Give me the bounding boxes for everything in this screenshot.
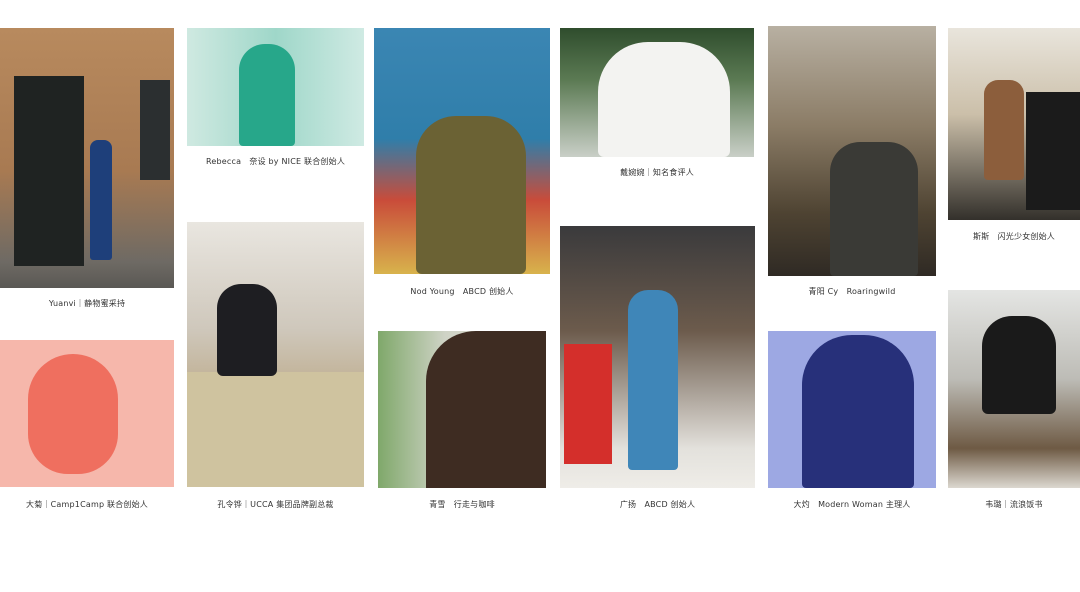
person-silhouette [416,116,526,274]
person-silhouette [830,142,918,276]
person-silhouette [90,140,112,260]
caption-5: 青阳 Cy Roaringwild [808,287,896,296]
caption-1: Yuanvi｜静物蜜采持 [48,299,126,308]
red-number-shape [564,344,612,464]
portrait-photo-5 [768,26,936,276]
portrait-photo-9 [378,331,546,488]
window-shape [140,80,170,180]
caption-4: 戴婉婉｜知名食评人 [620,168,694,177]
portrait-photo-1 [0,28,174,288]
person-silhouette [984,80,1024,180]
person-silhouette [628,290,678,470]
person-silhouette [217,284,277,376]
caption-8: 孔令铧｜UCCA 集团品牌副总裁 [217,500,334,509]
person-silhouette [28,354,118,474]
person-silhouette [426,331,546,488]
portrait-photo-4 [560,28,754,157]
caption-11: 大灼 Modern Woman 主理人 [793,500,911,509]
camera-shape [1026,92,1080,210]
door-shape [14,76,84,266]
table-shape [187,372,364,487]
portrait-photo-6 [948,28,1080,220]
portrait-photo-2 [187,28,364,146]
portrait-photo-10 [560,226,755,488]
person-silhouette [239,44,295,146]
caption-6: 斯斯 闪光少女创始人 [973,232,1055,241]
person-silhouette [802,335,914,488]
portrait-photo-12 [948,290,1080,488]
portrait-photo-11 [768,331,936,488]
caption-3: Nod Young ABCD 创始人 [410,287,514,296]
person-silhouette [598,42,730,157]
person-silhouette [982,316,1056,414]
caption-2: Rebecca 奈设 by NICE 联合创始人 [205,157,346,166]
caption-9: 青雪 行走与咖啡 [429,500,495,509]
caption-12: 韦璐｜流浪饭书 [985,500,1043,509]
caption-7: 大菊｜Camp1Camp 联合创始人 [26,500,148,509]
portrait-photo-7 [0,340,174,487]
portrait-photo-8 [187,222,364,487]
caption-10: 广扬 ABCD 创始人 [619,500,696,509]
portrait-photo-3 [374,28,550,274]
